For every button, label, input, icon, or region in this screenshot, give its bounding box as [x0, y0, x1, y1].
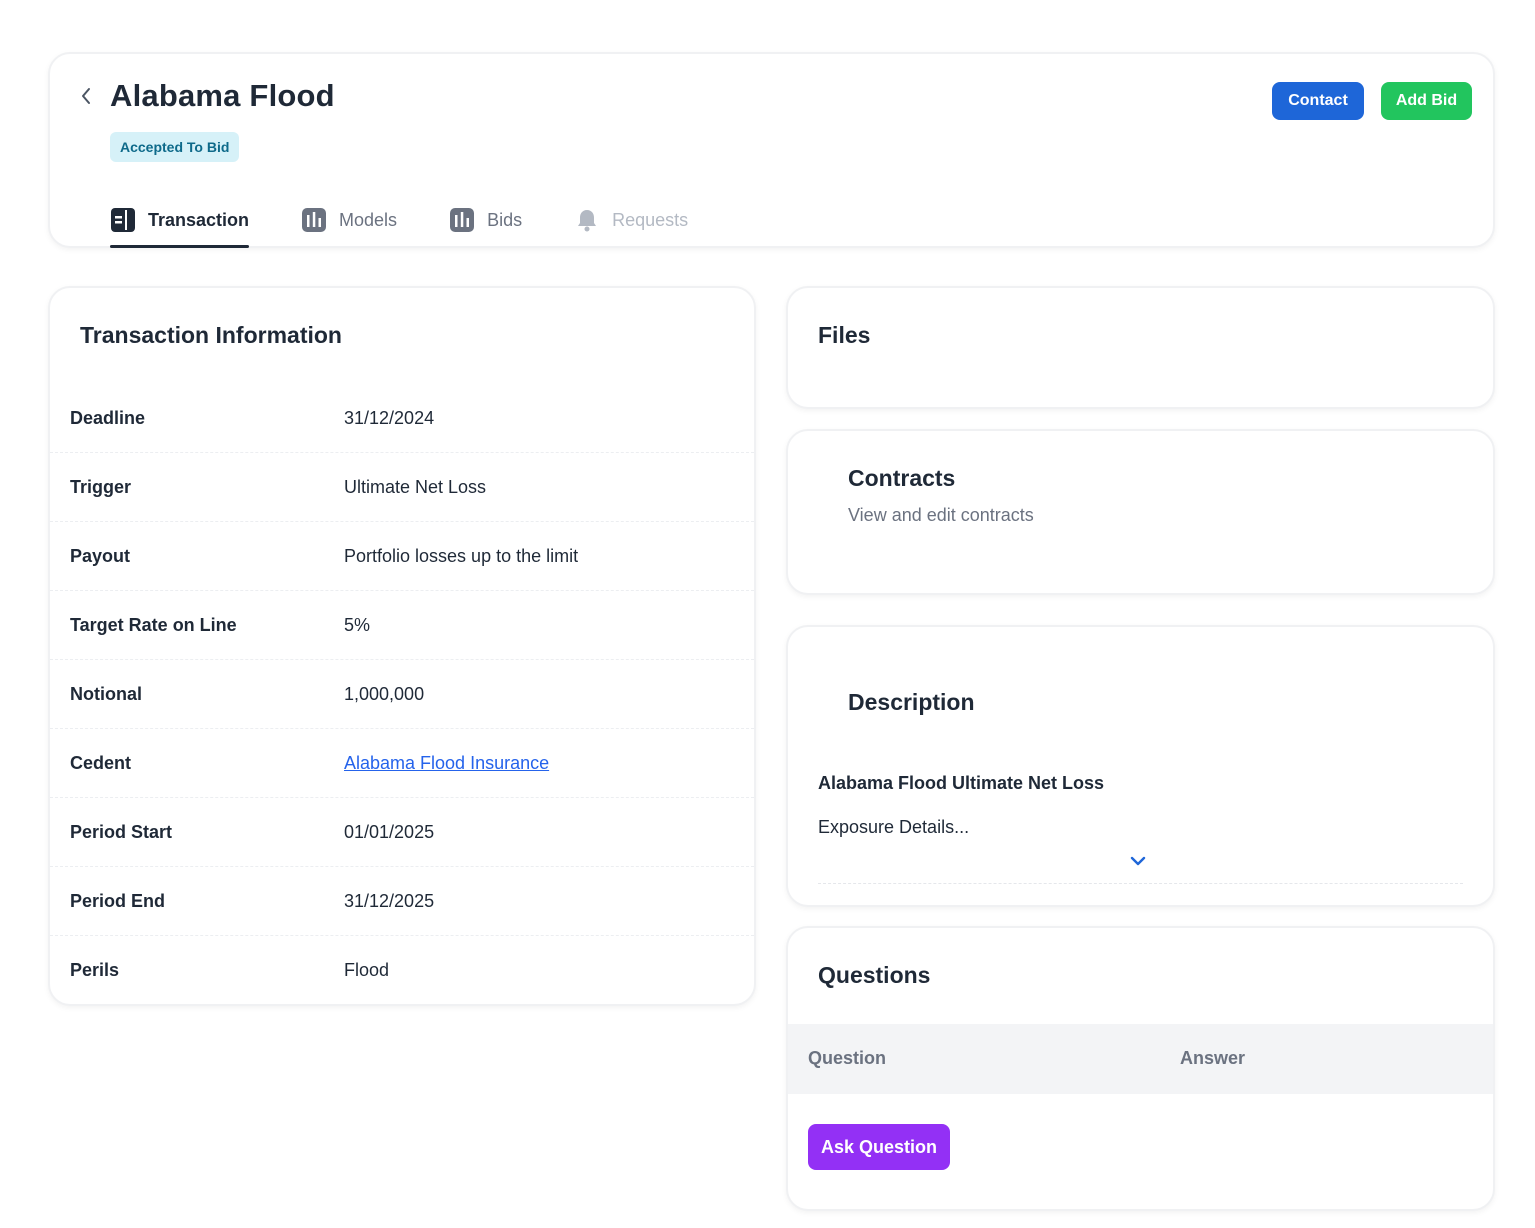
info-label: Period End — [70, 890, 166, 911]
files-card: Files — [786, 286, 1495, 409]
cedent-link[interactable]: Alabama Flood Insurance — [344, 753, 549, 774]
section-title: Questions — [818, 962, 931, 988]
add-bid-button[interactable]: Add Bid — [1381, 82, 1472, 120]
expand-button[interactable] — [1128, 853, 1148, 869]
tab-transaction[interactable]: Transaction — [110, 200, 250, 248]
transaction-info-card: Transaction Information Deadline 31/12/2… — [48, 286, 756, 1006]
info-value: 01/01/2025 — [344, 821, 435, 842]
section-title: Transaction Information — [80, 322, 342, 348]
tab-requests[interactable]: Requests — [574, 200, 688, 240]
info-row-period-start: Period Start 01/01/2025 — [50, 798, 754, 867]
header-card: Alabama Flood Accepted To Bid Contact Ad… — [48, 52, 1495, 248]
column-header-answer: Answer — [1180, 1048, 1246, 1068]
transaction-icon — [110, 207, 136, 233]
questions-card: Questions Question Answer Ask Question — [786, 926, 1495, 1211]
info-row-target-rate: Target Rate on Line 5% — [50, 591, 754, 660]
info-row-perils: Perils Flood — [50, 936, 754, 1005]
contact-button[interactable]: Contact — [1272, 82, 1364, 120]
description-text: Exposure Details... — [818, 817, 970, 837]
info-value: 1,000,000 — [344, 683, 425, 704]
info-label: Trigger — [70, 476, 132, 497]
info-row-notional: Notional 1,000,000 — [50, 660, 754, 729]
back-button[interactable] — [76, 84, 96, 108]
tab-label: Transaction — [148, 209, 250, 230]
info-label: Target Rate on Line — [70, 614, 237, 635]
chevron-down-icon — [1130, 856, 1146, 866]
tab-models[interactable]: Models — [301, 200, 397, 240]
info-value: 31/12/2025 — [344, 890, 435, 911]
questions-table-header: Question Answer — [788, 1024, 1493, 1094]
info-row-period-end: Period End 31/12/2025 — [50, 867, 754, 936]
info-label: Deadline — [70, 407, 146, 428]
bell-icon — [574, 207, 600, 233]
tab-label: Requests — [612, 209, 689, 230]
info-row-deadline: Deadline 31/12/2024 — [50, 384, 754, 453]
info-value: 31/12/2024 — [344, 407, 435, 428]
chevron-left-icon — [82, 88, 90, 104]
contracts-card[interactable]: Contracts View and edit contracts — [786, 429, 1495, 595]
info-row-trigger: Trigger Ultimate Net Loss — [50, 453, 754, 522]
info-value: Portfolio losses up to the limit — [344, 545, 579, 566]
ask-question-button[interactable]: Ask Question — [808, 1124, 950, 1170]
tab-label: Bids — [487, 209, 523, 230]
info-table: Deadline 31/12/2024 Trigger Ultimate Net… — [50, 384, 754, 1005]
info-value: Flood — [344, 960, 390, 980]
contracts-subtitle: View and edit contracts — [848, 505, 1034, 525]
column-header-question: Question — [808, 1048, 887, 1068]
page-title: Alabama Flood — [110, 78, 335, 113]
divider — [818, 883, 1463, 884]
bar-chart-icon — [301, 207, 327, 233]
info-row-payout: Payout Portfolio losses up to the limit — [50, 522, 754, 591]
section-title: Files — [818, 322, 871, 348]
section-title: Description — [848, 689, 975, 715]
info-label: Period Start — [70, 821, 173, 842]
info-value: 5% — [344, 614, 371, 635]
tab-bar: Transaction Models Bids Requests — [110, 200, 740, 250]
info-label: Notional — [70, 683, 142, 704]
status-badge: Accepted To Bid — [110, 132, 240, 162]
info-value: Ultimate Net Loss — [344, 476, 487, 497]
info-row-cedent: Cedent Alabama Flood Insurance — [50, 729, 754, 798]
info-label: Perils — [70, 960, 120, 980]
info-label: Payout — [70, 545, 131, 566]
bar-chart-icon — [449, 207, 475, 233]
info-label: Cedent — [70, 752, 132, 773]
description-card: Description Alabama Flood Ultimate Net L… — [786, 625, 1495, 907]
section-title: Contracts — [848, 465, 956, 491]
tab-label: Models — [339, 209, 398, 230]
description-heading: Alabama Flood Ultimate Net Loss — [818, 773, 1105, 793]
tab-bids[interactable]: Bids — [449, 200, 522, 240]
